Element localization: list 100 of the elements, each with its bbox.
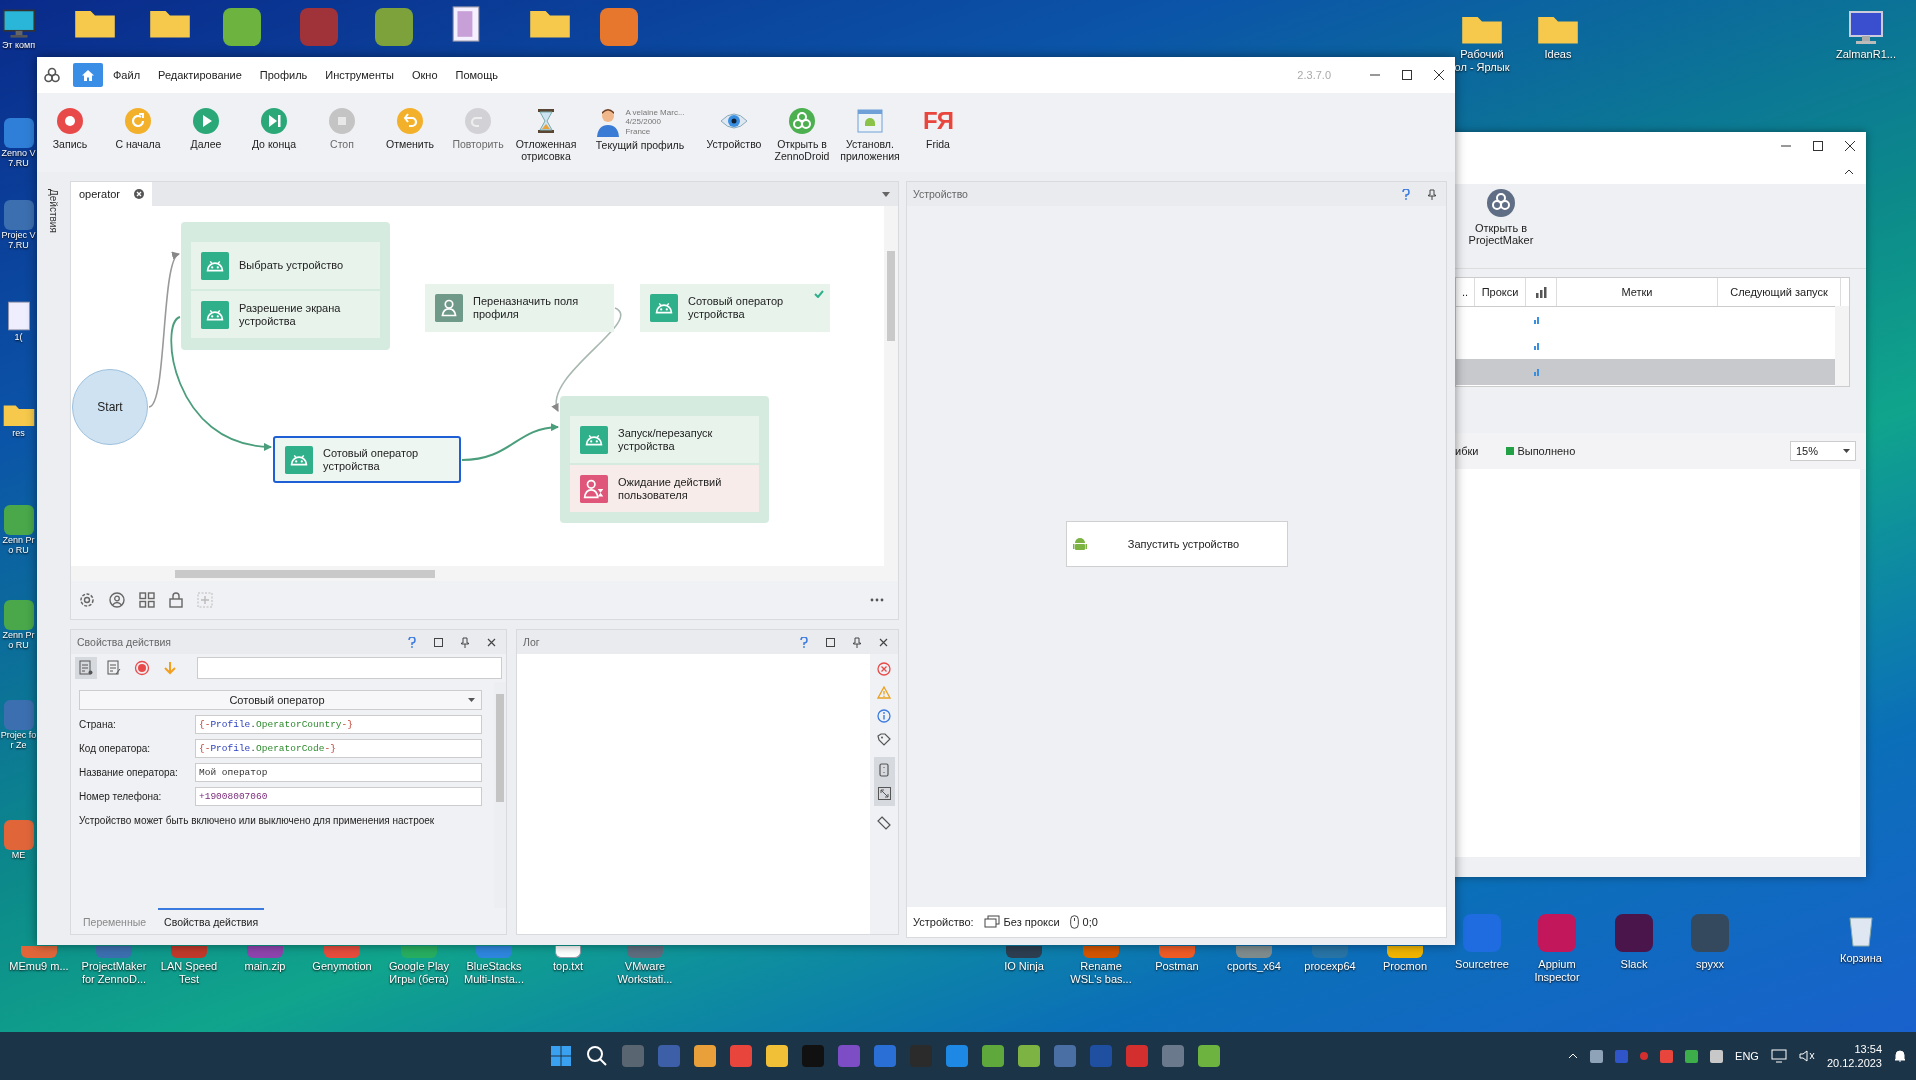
text-field[interactable]: +19008007060 [195, 787, 482, 806]
lock-icon[interactable] [169, 592, 183, 608]
document-icon[interactable] [450, 4, 482, 44]
toolbar-button[interactable]: Открыть в ZennoDroid [769, 107, 835, 163]
pin-icon[interactable] [853, 636, 861, 648]
collapse-icon[interactable] [1844, 169, 1854, 175]
help-icon[interactable] [1402, 188, 1410, 200]
list-settings-icon[interactable] [78, 660, 94, 676]
help-icon[interactable] [408, 636, 416, 648]
more-icon[interactable] [870, 598, 884, 602]
error-icon[interactable] [877, 662, 891, 676]
search-field[interactable] [197, 657, 502, 679]
toolbar-button[interactable]: Отложенная отрисовка [513, 107, 579, 163]
eraser-icon[interactable] [877, 816, 891, 830]
action-node[interactable]: Переназначить поля профиля [425, 284, 614, 332]
toolbar-button[interactable]: Устройство [701, 107, 767, 151]
settings-icon[interactable] [79, 592, 95, 608]
vertical-scrollbar[interactable] [1835, 306, 1849, 386]
column-header[interactable]: .. [1456, 278, 1475, 306]
toolbar-button[interactable]: Отменить [377, 107, 443, 151]
tray-icon[interactable] [1590, 1049, 1604, 1063]
home-button[interactable] [73, 63, 103, 87]
taskbar-app-icon[interactable] [766, 1045, 788, 1067]
start-device-button[interactable]: Запустить устройство [1065, 520, 1288, 567]
action-node[interactable]: Сотовый оператор устройства [273, 436, 461, 483]
clock[interactable]: 13:54 20.12.2023 [1826, 1041, 1882, 1071]
taskbar-app-icon[interactable] [694, 1045, 716, 1067]
app-icon[interactable] [1387, 946, 1423, 958]
toolbar-button[interactable]: Запись [37, 107, 103, 151]
resize-icon[interactable] [877, 787, 891, 800]
taskbar-app-icon[interactable] [838, 1045, 860, 1067]
app-icon[interactable] [96, 946, 132, 958]
taskbar-app-icon[interactable] [658, 1045, 680, 1067]
signal-bars-icon[interactable] [1535, 286, 1547, 298]
connector-arrow[interactable] [148, 253, 180, 408]
list-edit-icon[interactable] [106, 660, 122, 676]
panel-tab[interactable]: Свойства действия [158, 908, 265, 934]
menu-item[interactable]: Окно [411, 69, 438, 81]
app-icon[interactable] [600, 8, 638, 46]
search-icon[interactable] [586, 1045, 608, 1067]
close-icon[interactable] [1433, 69, 1445, 81]
menu-item[interactable]: Файл [113, 69, 141, 81]
app-icon[interactable] [171, 946, 207, 958]
monitor-icon[interactable] [1846, 10, 1886, 46]
vertical-scrollbar[interactable] [494, 682, 506, 908]
close-icon[interactable] [879, 637, 888, 647]
pin-icon[interactable] [1428, 188, 1436, 200]
text-field[interactable]: {-Profile.OperatorCountry-} [195, 715, 482, 734]
action-node[interactable]: Ожидание действий пользователя [570, 465, 759, 512]
grid-icon[interactable] [139, 592, 155, 608]
column-header[interactable]: Прокси [1475, 278, 1526, 306]
app-icon[interactable] [223, 8, 261, 46]
taskbar-app-icon[interactable] [1054, 1045, 1076, 1067]
connector-arrow[interactable] [461, 423, 559, 461]
column-header[interactable]: Метки [1557, 278, 1718, 306]
help-icon[interactable] [800, 636, 808, 648]
action-group[interactable]: Выбрать устройство Разрешение экрана устройства [181, 222, 390, 350]
action-node[interactable]: Разрешение экрана устройства [191, 291, 380, 338]
document-tab[interactable]: operator [71, 182, 152, 206]
tray-icon[interactable] [1660, 1049, 1674, 1063]
taskbar-app-icon[interactable] [1126, 1045, 1148, 1067]
app-icon[interactable] [627, 946, 663, 958]
app-icon[interactable] [1615, 914, 1653, 952]
display-icon[interactable] [1770, 1049, 1787, 1063]
taskbar-app-icon[interactable] [946, 1045, 968, 1067]
text-field[interactable]: {-Profile.OperatorCode-} [195, 739, 482, 758]
taskbar-app-icon[interactable] [1198, 1045, 1220, 1067]
taskbar-app-icon[interactable] [730, 1045, 752, 1067]
action-group[interactable]: Запуск/перезапуск устройства Ожидание действий пользователя [560, 396, 769, 523]
menu-item[interactable]: Помощь [455, 69, 498, 81]
action-node[interactable]: Запуск/перезапуск устройства [570, 416, 759, 463]
monitor-icon[interactable] [1, 8, 36, 40]
maximize-icon[interactable] [1401, 69, 1413, 81]
volume-icon[interactable] [1798, 1049, 1815, 1063]
action-type-dropdown[interactable]: Сотовый оператор [79, 690, 482, 710]
connector-arrow[interactable] [552, 307, 622, 412]
toolbar-button[interactable]: Далее [173, 107, 239, 151]
taskbar-app-icon[interactable] [1162, 1045, 1184, 1067]
dropdown-caret-icon[interactable] [882, 191, 890, 197]
app-icon[interactable] [3, 600, 34, 630]
action-node[interactable]: Сотовый оператор устройства [640, 284, 830, 332]
action-node[interactable]: Выбрать устройство [191, 242, 380, 289]
zoom-dropdown[interactable]: 15% [1790, 441, 1856, 461]
record-icon[interactable] [134, 660, 150, 676]
toolbar-button[interactable]: До конца [241, 107, 307, 151]
toolbar-button[interactable]: FЯ Frida [905, 107, 971, 151]
text-field[interactable]: Мой оператор [195, 763, 482, 782]
app-icon[interactable] [3, 505, 34, 535]
toolbar-button[interactable]: С начала [105, 107, 171, 151]
menu-item[interactable]: Редактирование [158, 69, 242, 81]
taskbar-app-icon[interactable] [874, 1045, 896, 1067]
close-icon[interactable] [487, 637, 496, 647]
tray-icon[interactable] [1710, 1049, 1724, 1063]
horizontal-scrollbar[interactable] [71, 566, 898, 581]
phone-icon[interactable] [879, 763, 889, 777]
menu-item[interactable]: Инструменты [325, 69, 394, 81]
open-projectmaker-button[interactable]: Открыть в ProjectMaker [1460, 184, 1542, 250]
vertical-scrollbar[interactable] [884, 206, 898, 566]
maximize-icon[interactable] [1812, 140, 1824, 152]
app-icon[interactable] [3, 118, 34, 148]
